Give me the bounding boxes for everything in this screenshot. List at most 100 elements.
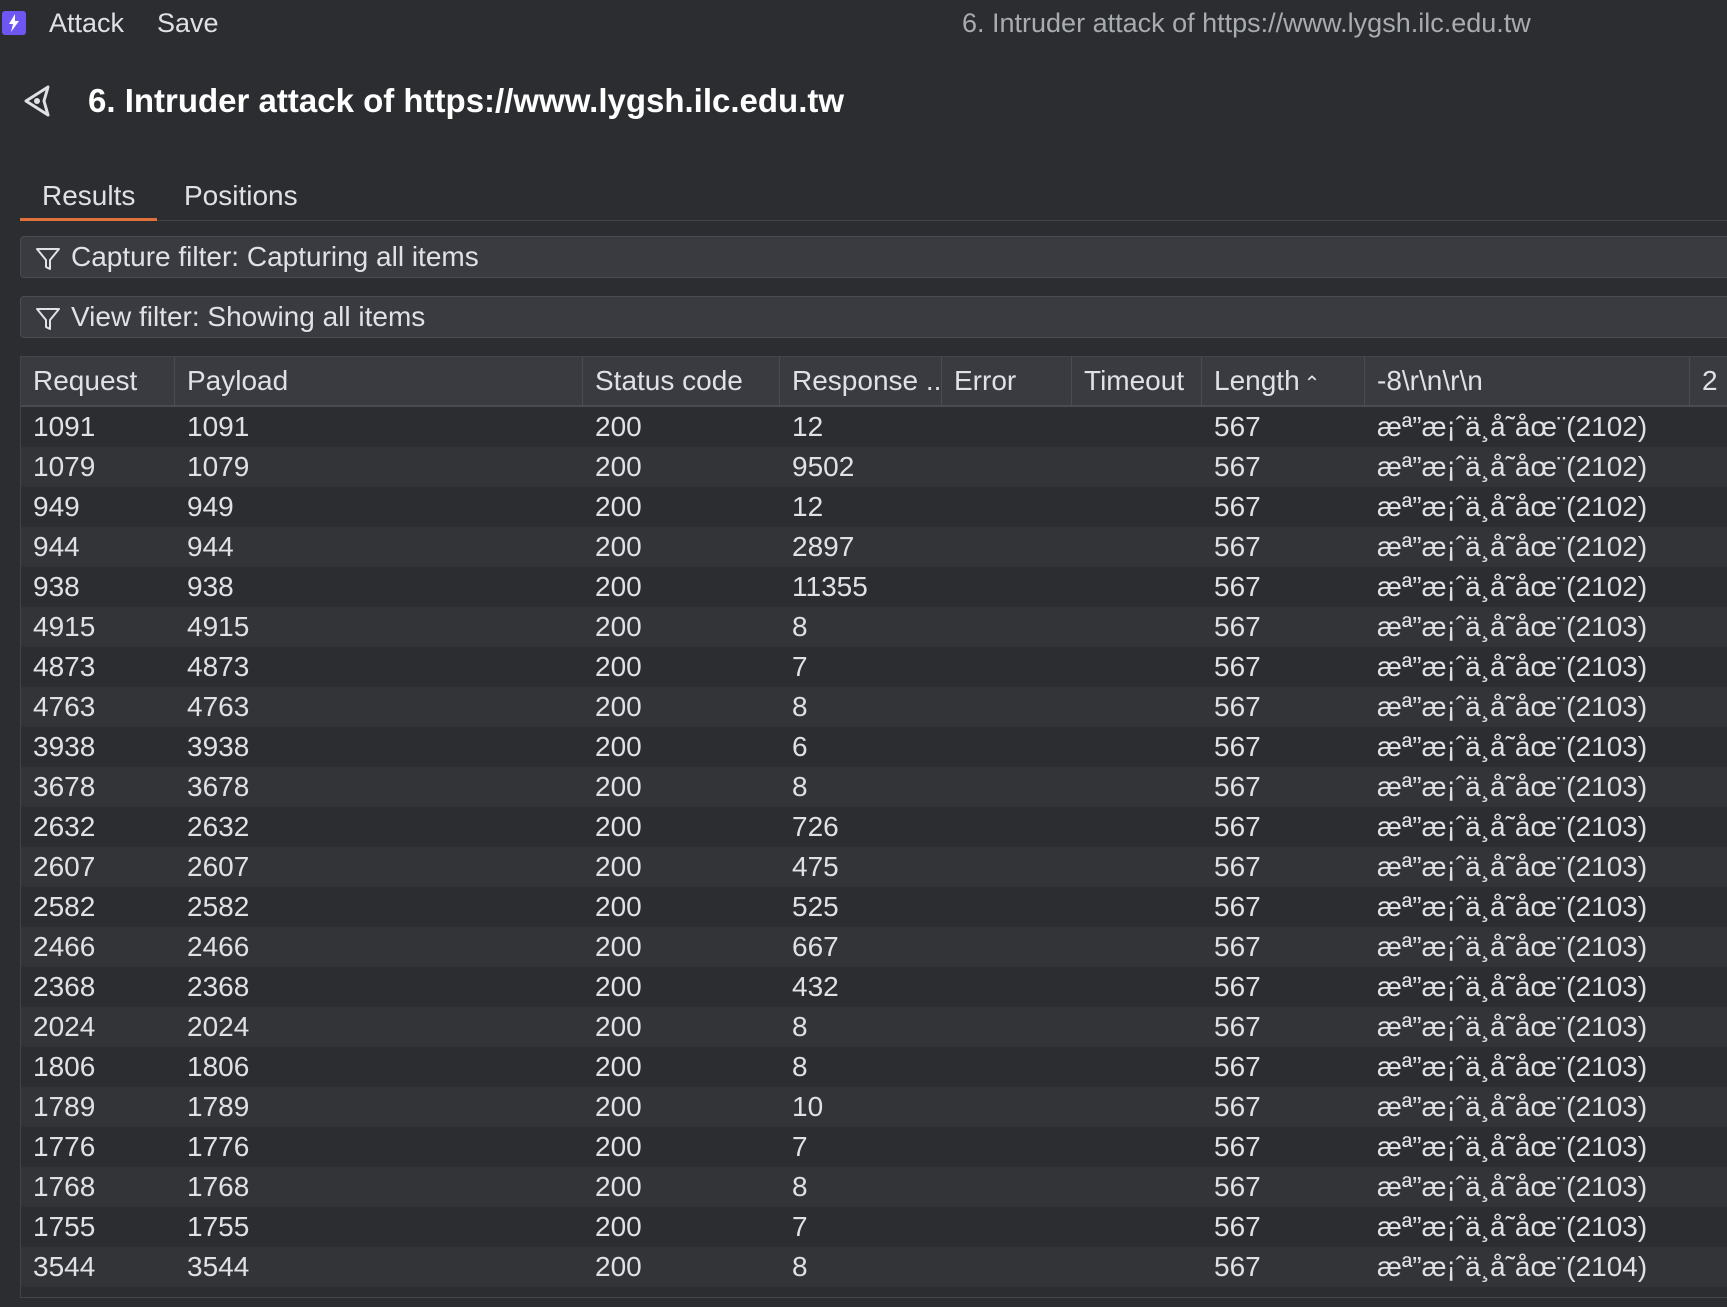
- table-row[interactable]: 1079 1079 200 9502 567 æª”æ¡ˆä¸å­˜åœ¨(2102): [21, 447, 1727, 487]
- table-row[interactable]: 4763 4763 200 8 567 æª”æ¡ˆä¸å­˜åœ¨(2103): [21, 687, 1727, 727]
- cell-error: [942, 847, 1072, 887]
- column-header-request[interactable]: Request: [21, 357, 175, 405]
- cell-status-code: 200: [595, 1011, 642, 1042]
- cell-timeout: [1072, 1047, 1202, 1087]
- cell-grep-extract: æª”æ¡ˆä¸å­˜åœ¨(2103): [1377, 1171, 1648, 1202]
- cell-status-code: 200: [595, 1051, 642, 1082]
- cell-request: 4763: [33, 691, 96, 722]
- cell-length: 567: [1214, 531, 1261, 562]
- cell-length: 567: [1214, 811, 1261, 842]
- cell-payload: 2368: [187, 971, 250, 1002]
- cell-length: 567: [1214, 411, 1261, 442]
- cell-payload: 2582: [187, 891, 250, 922]
- cell-timeout: [1072, 887, 1202, 927]
- cell-timeout: [1072, 967, 1202, 1007]
- cell-error: [942, 1127, 1072, 1167]
- table-row[interactable]: 2024 2024 200 8 567 æª”æ¡ˆä¸å­˜åœ¨(2103): [21, 1007, 1727, 1047]
- cell-status-code: 200: [595, 451, 642, 482]
- table-row[interactable]: 3678 3678 200 8 567 æª”æ¡ˆä¸å­˜åœ¨(2103): [21, 767, 1727, 807]
- cell-error: [942, 567, 1072, 607]
- cell-payload: 3678: [187, 771, 250, 802]
- capture-filter-label: Capture filter: Capturing all items: [71, 241, 479, 272]
- tab-results[interactable]: Results: [20, 176, 158, 221]
- cell-request: 1091: [33, 411, 96, 442]
- cell-error: [942, 527, 1072, 567]
- cell-timeout: [1072, 687, 1202, 727]
- cell-error: [942, 487, 1072, 527]
- cell-response: 8: [792, 771, 808, 802]
- table-row[interactable]: 2607 2607 200 475 567 æª”æ¡ˆä¸å­˜åœ¨(2103): [21, 847, 1727, 887]
- cell-request: 2632: [33, 811, 96, 842]
- cell-length: 567: [1214, 651, 1261, 682]
- cell-length: 567: [1214, 611, 1261, 642]
- table-row[interactable]: 1806 1806 200 8 567 æª”æ¡ˆä¸å­˜åœ¨(2103): [21, 1047, 1727, 1087]
- column-header-error[interactable]: Error: [942, 357, 1072, 405]
- table-row[interactable]: 2632 2632 200 726 567 æª”æ¡ˆä¸å­˜åœ¨(2103): [21, 807, 1727, 847]
- cell-request: 3938: [33, 731, 96, 762]
- cell-length: 567: [1214, 851, 1261, 882]
- cell-status-code: 200: [595, 811, 642, 842]
- cell-payload: 2466: [187, 931, 250, 962]
- cell-payload: 3544: [187, 1251, 250, 1282]
- menu-attack[interactable]: Attack: [49, 8, 124, 39]
- cell-response: 525: [792, 891, 839, 922]
- table-row[interactable]: 4873 4873 200 7 567 æª”æ¡ˆä¸å­˜åœ¨(2103): [21, 647, 1727, 687]
- cell-payload: 1768: [187, 1171, 250, 1202]
- column-header-timeout[interactable]: Timeout: [1072, 357, 1202, 405]
- cell-error: [942, 727, 1072, 767]
- table-row[interactable]: 1755 1755 200 7 567 æª”æ¡ˆä¸å­˜åœ¨(2103): [21, 1207, 1727, 1247]
- cell-error: [942, 1207, 1072, 1247]
- cell-length: 567: [1214, 691, 1261, 722]
- cell-payload: 2607: [187, 851, 250, 882]
- cell-grep-extract: æª”æ¡ˆä¸å­˜åœ¨(2103): [1377, 971, 1648, 1002]
- column-header-length[interactable]: Length ⌃: [1202, 357, 1365, 405]
- table-row[interactable]: 1091 1091 200 12 567 æª”æ¡ˆä¸å­˜åœ¨(2102): [21, 407, 1727, 447]
- cell-grep-extract: æª”æ¡ˆä¸å­˜åœ¨(2103): [1377, 811, 1648, 842]
- cell-error: [942, 767, 1072, 807]
- cell-status-code: 200: [595, 651, 642, 682]
- cell-length: 567: [1214, 731, 1261, 762]
- cell-status-code: 200: [595, 531, 642, 562]
- cell-error: [942, 687, 1072, 727]
- menu-save[interactable]: Save: [157, 8, 219, 39]
- cell-request: 4873: [33, 651, 96, 682]
- table-row[interactable]: 949 949 200 12 567 æª”æ¡ˆä¸å­˜åœ¨(2102): [21, 487, 1727, 527]
- column-header-response[interactable]: Response ...: [780, 357, 942, 405]
- column-header-grep-extract[interactable]: -8\r\n\r\n: [1365, 357, 1690, 405]
- cell-length: 567: [1214, 931, 1261, 962]
- cell-status-code: 200: [595, 1091, 642, 1122]
- tab-positions[interactable]: Positions: [162, 176, 320, 218]
- table-row[interactable]: 2466 2466 200 667 567 æª”æ¡ˆä¸å­˜åœ¨(2103): [21, 927, 1727, 967]
- view-filter-bar[interactable]: View filter: Showing all items: [20, 296, 1727, 338]
- table-row[interactable]: 1776 1776 200 7 567 æª”æ¡ˆä¸å­˜åœ¨(2103): [21, 1127, 1727, 1167]
- table-row[interactable]: 944 944 200 2897 567 æª”æ¡ˆä¸å­˜åœ¨(2102): [21, 527, 1727, 567]
- cell-error: [942, 1247, 1072, 1287]
- cell-error: [942, 647, 1072, 687]
- cell-response: 667: [792, 931, 839, 962]
- capture-filter-bar[interactable]: Capture filter: Capturing all items: [20, 236, 1727, 278]
- table-row[interactable]: 2368 2368 200 432 567 æª”æ¡ˆä¸å­˜åœ¨(2103): [21, 967, 1727, 1007]
- table-row[interactable]: 1768 1768 200 8 567 æª”æ¡ˆä¸å­˜åœ¨(2103): [21, 1167, 1727, 1207]
- table-row[interactable]: 4915 4915 200 8 567 æª”æ¡ˆä¸å­˜åœ¨(2103): [21, 607, 1727, 647]
- cell-timeout: [1072, 447, 1202, 487]
- cell-timeout: [1072, 647, 1202, 687]
- table-row[interactable]: 938 938 200 11355 567 æª”æ¡ˆä¸å­˜åœ¨(2102): [21, 567, 1727, 607]
- cell-response: 726: [792, 811, 839, 842]
- column-header-status-code[interactable]: Status code: [583, 357, 780, 405]
- cell-request: 1755: [33, 1211, 96, 1242]
- table-row[interactable]: 2582 2582 200 525 567 æª”æ¡ˆä¸å­˜åœ¨(2103): [21, 887, 1727, 927]
- cell-grep-extract: æª”æ¡ˆä¸å­˜åœ¨(2103): [1377, 771, 1648, 802]
- cell-status-code: 200: [595, 1251, 642, 1282]
- attack-header: 6. Intruder attack of https://www.lygsh.…: [0, 80, 1727, 130]
- table-row[interactable]: 1789 1789 200 10 567 æª”æ¡ˆä¸å­˜åœ¨(2103): [21, 1087, 1727, 1127]
- cell-grep-extract: æª”æ¡ˆä¸å­˜åœ¨(2103): [1377, 731, 1648, 762]
- cell-response: 8: [792, 691, 808, 722]
- column-header-payload[interactable]: Payload: [175, 357, 583, 405]
- cell-grep-extract: æª”æ¡ˆä¸å­˜åœ¨(2103): [1377, 1211, 1648, 1242]
- table-row[interactable]: 3544 3544 200 8 567 æª”æ¡ˆä¸å­˜åœ¨(2104): [21, 1247, 1727, 1287]
- table-row[interactable]: 3938 3938 200 6 567 æª”æ¡ˆä¸å­˜åœ¨(2103): [21, 727, 1727, 767]
- column-header-extra[interactable]: 2: [1690, 357, 1727, 405]
- cell-request: 2607: [33, 851, 96, 882]
- cell-length: 567: [1214, 1011, 1261, 1042]
- cell-status-code: 200: [595, 691, 642, 722]
